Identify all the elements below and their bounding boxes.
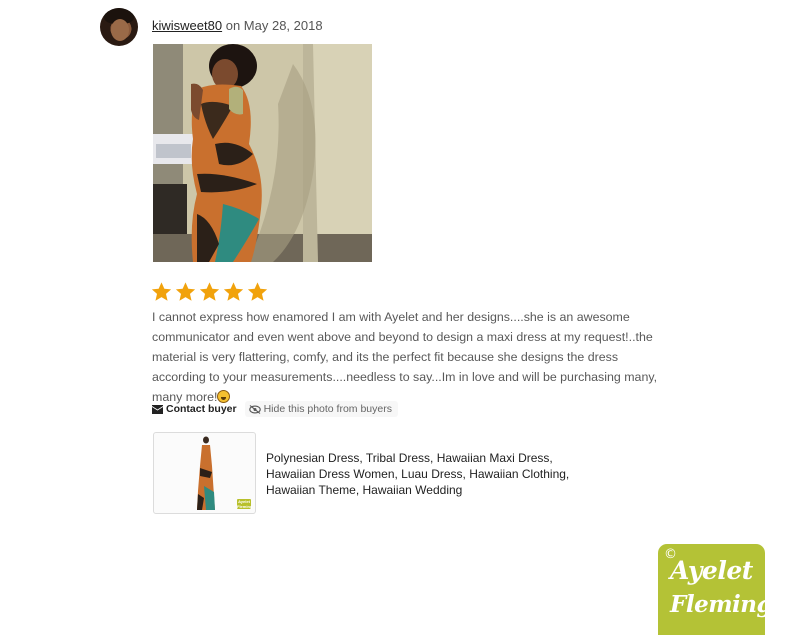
listing-title-link[interactable]: Polynesian Dress, Tribal Dress, Hawaiian… — [266, 450, 571, 498]
eye-slash-icon — [248, 404, 261, 414]
listing-thumbnail[interactable]: Ayelet Fleming — [153, 432, 256, 514]
contact-buyer-button[interactable]: Contact buyer — [152, 403, 237, 415]
avatar-face — [111, 19, 129, 41]
watermark-line-1: Ayelet — [670, 556, 753, 585]
star-icon — [175, 282, 196, 301]
avatar[interactable] — [100, 8, 138, 46]
contact-buyer-label: Contact buyer — [166, 403, 237, 415]
review-body: I cannot express how enamored I am with … — [152, 310, 658, 404]
star-icon — [247, 282, 268, 301]
watermark-logo: © Ayelet Fleming — [658, 544, 773, 635]
review-text: I cannot express how enamored I am with … — [152, 307, 672, 407]
hide-photo-button[interactable]: Hide this photo from buyers — [244, 401, 398, 417]
review-date: on May 28, 2018 — [225, 18, 323, 33]
watermark-line-2: Fleming — [670, 591, 773, 618]
reviewer-line: kiwisweet80 on May 28, 2018 — [152, 18, 323, 34]
review-actions: Contact buyer Hide this photo from buyer… — [152, 401, 398, 417]
review-photo[interactable] — [153, 44, 372, 262]
listing-thumbnail-image — [197, 436, 215, 510]
hide-photo-label: Hide this photo from buyers — [263, 403, 392, 415]
star-rating — [150, 281, 269, 303]
star-icon — [223, 282, 244, 301]
envelope-icon — [152, 404, 163, 414]
star-icon — [199, 282, 220, 301]
listing-badge: Ayelet Fleming — [237, 499, 253, 509]
star-icon — [151, 282, 172, 301]
reviewer-username-link[interactable]: kiwisweet80 — [152, 18, 222, 33]
review-photo-image — [153, 44, 372, 262]
